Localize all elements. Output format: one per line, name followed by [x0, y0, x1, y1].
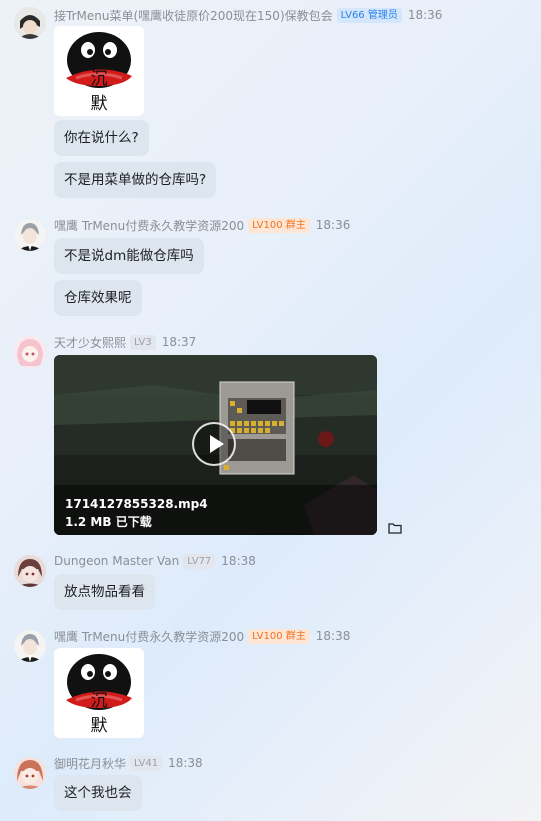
sender-name[interactable]: 嘿鹰 TrMenu付费永久教学资源200	[54, 217, 244, 234]
message-meta: Dungeon Master Van LV77 18:38	[54, 552, 256, 570]
sender-name[interactable]: 御明花月秋华	[54, 755, 126, 772]
play-icon[interactable]	[192, 422, 236, 466]
sender-name[interactable]: 接TrMenu菜单(嘿鹰收徒原价200现在150)保教包会	[54, 7, 333, 24]
avatar[interactable]	[14, 757, 46, 789]
timestamp: 18:38	[168, 756, 203, 770]
message-bubble[interactable]: 不是用菜单做的仓库吗?	[54, 162, 217, 198]
avatar[interactable]	[14, 630, 46, 662]
video-filename: 1714127855328.mp4	[65, 497, 208, 511]
level-badge: LV66 管理员	[336, 7, 402, 23]
timestamp: 18:38	[221, 554, 256, 568]
message-bubble[interactable]: 仓库效果呢	[54, 280, 142, 316]
message-meta: 御明花月秋华 LV41 18:38	[54, 754, 203, 772]
sender-name[interactable]: 嘿鹰 TrMenu付费永久教学资源200	[54, 628, 244, 645]
folder-icon[interactable]	[388, 519, 402, 534]
message-bubble[interactable]: 不是说dm能做仓库吗	[54, 238, 204, 274]
video-size: 1.2 MB 已下载	[65, 515, 152, 529]
sticker-caption: 沉 默	[90, 69, 122, 114]
timestamp: 18:36	[407, 8, 443, 22]
avatar[interactable]	[14, 7, 46, 39]
avatar[interactable]	[14, 219, 46, 251]
avatar[interactable]	[14, 555, 46, 587]
video-attachment[interactable]: 1714127855328.mp4 1.2 MB 已下载	[54, 355, 377, 535]
message-bubble[interactable]: 你在说什么?	[54, 120, 149, 156]
level-badge: LV100 群主	[248, 628, 310, 644]
message-meta: 嘿鹰 TrMenu付费永久教学资源200 LV100 群主 18:36	[54, 216, 350, 234]
message-meta: 接TrMenu菜单(嘿鹰收徒原价200现在150)保教包会 LV66 管理员 1…	[54, 6, 442, 24]
timestamp: 18:36	[315, 218, 351, 232]
sender-name[interactable]: 天才少女熙熙	[54, 334, 126, 351]
level-badge: LV3	[130, 334, 156, 350]
message-meta: 嘿鹰 TrMenu付费永久教学资源200 LV100 群主 18:38	[54, 627, 350, 645]
level-badge: LV41	[130, 755, 163, 771]
avatar[interactable]	[14, 336, 46, 368]
sender-name[interactable]: Dungeon Master Van	[54, 554, 179, 568]
message-bubble[interactable]: 这个我也会	[54, 775, 142, 811]
timestamp: 18:38	[315, 629, 351, 643]
sticker-image[interactable]: 沉 默	[54, 648, 144, 738]
message-bubble[interactable]: 放点物品看看	[54, 574, 155, 610]
message-meta: 天才少女熙熙 LV3 18:37	[54, 333, 196, 351]
sticker-caption: 沉 默	[90, 691, 122, 736]
level-badge: LV100 群主	[248, 217, 310, 233]
sticker-image[interactable]: 沉 默	[54, 26, 144, 116]
level-badge: LV77	[183, 553, 216, 569]
timestamp: 18:37	[161, 335, 197, 349]
